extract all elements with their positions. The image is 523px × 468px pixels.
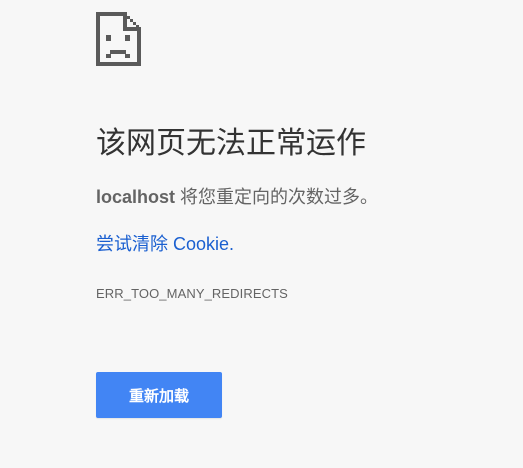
error-message: localhost 将您重定向的次数过多。 <box>96 184 378 210</box>
error-code: ERR_TOO_MANY_REDIRECTS <box>96 286 288 301</box>
reload-button[interactable]: 重新加载 <box>96 372 222 418</box>
error-message-text: 将您重定向的次数过多。 <box>175 187 379 207</box>
error-title: 该网页无法正常运作 <box>96 127 366 160</box>
error-page: 该网页无法正常运作 localhost 将您重定向的次数过多。 尝试清除 Coo… <box>0 0 523 468</box>
clear-cookies-link[interactable]: 尝试清除 Cookie. <box>96 231 234 257</box>
error-host: localhost <box>96 187 176 207</box>
sad-page-icon <box>96 12 141 66</box>
